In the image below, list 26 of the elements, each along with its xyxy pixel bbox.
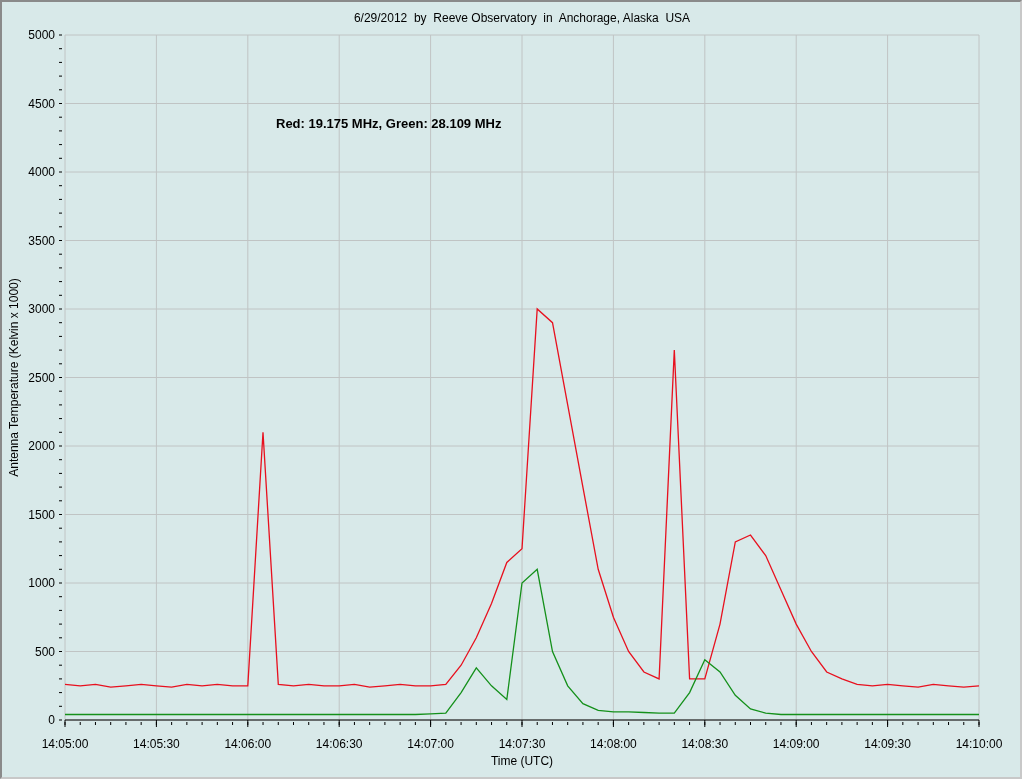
y-tick-label: 1000: [28, 576, 55, 590]
y-tick-label: 2000: [28, 439, 55, 453]
y-tick-label: 500: [34, 644, 55, 659]
x-tick-label: 14:06:00: [224, 737, 272, 751]
y-tick-label: 5000: [28, 28, 55, 42]
chart-title: 6/29/2012 by Reeve Observatory in Anchorage, Alaska USA: [353, 11, 691, 25]
y-tick-label: 1500: [28, 507, 55, 522]
y-tick-label: 4000: [28, 165, 55, 179]
x-tick-label: 14:09:30: [864, 737, 911, 751]
x-tick-label: 14:10:00: [955, 737, 1003, 751]
x-tick-label: 14:07:00: [407, 737, 454, 751]
y-tick-label: 3500: [28, 233, 55, 248]
x-tick-label: 14:07:30: [498, 737, 546, 751]
x-axis-title: Time (UTC): [490, 754, 554, 768]
y-tick-label: 3000: [28, 302, 55, 316]
y-axis-title: Antenna Temperature (Kelvin x 1000): [7, 278, 21, 477]
x-tick-label: 14:08:00: [590, 737, 637, 751]
x-tick-label: 14:05:00: [41, 737, 89, 751]
x-tick-label: 14:06:30: [315, 737, 363, 751]
y-tick-label: 0: [48, 713, 55, 727]
x-tick-label: 14:05:30: [133, 737, 180, 751]
x-tick-label: 14:08:30: [681, 737, 729, 751]
chart-annotation: Red: 19.175 MHz, Green: 28.109 MHz: [276, 116, 502, 131]
y-tick-label: 4500: [28, 96, 55, 111]
x-tick-label: 14:09:00: [772, 737, 820, 751]
y-tick-label: 2500: [28, 370, 55, 385]
